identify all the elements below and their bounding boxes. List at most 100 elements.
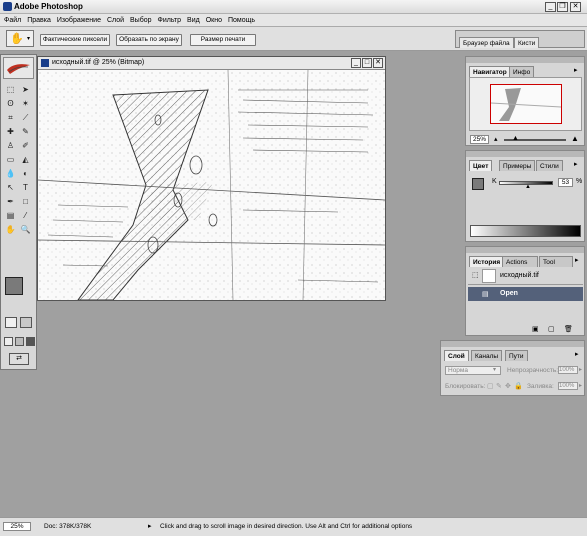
k-value-field[interactable]: 53 <box>558 178 573 187</box>
history-brush-source-icon[interactable]: ⬚ <box>472 271 479 279</box>
panel-drag-bar[interactable] <box>466 57 584 63</box>
brush-tool-icon[interactable]: ✎ <box>19 125 32 138</box>
menu-filter[interactable]: Фильтр <box>158 17 182 24</box>
menu-help[interactable]: Помощь <box>228 17 255 24</box>
slider-thumb-icon[interactable]: ▲ <box>512 135 519 142</box>
tab-layers[interactable]: Слой <box>444 350 469 361</box>
tab-swatches[interactable]: Примеры <box>499 160 536 171</box>
foreground-color-swatch[interactable] <box>5 277 23 295</box>
percent-label: % <box>576 178 583 185</box>
tab-paths[interactable]: Пути <box>505 350 528 361</box>
tab-history[interactable]: История <box>469 256 505 267</box>
opacity-arrow-icon[interactable]: ▸ <box>579 366 582 373</box>
clone-stamp-tool-icon[interactable]: ♙ <box>4 139 17 152</box>
zoom-in-icon[interactable]: ▲ <box>571 134 579 143</box>
navigator-view-box[interactable] <box>490 84 562 124</box>
jump-to-imageready-icon[interactable]: ⇄ <box>9 353 29 365</box>
fill-arrow-icon[interactable]: ▸ <box>579 382 582 389</box>
new-document-from-state-icon[interactable]: ▣ <box>532 325 539 333</box>
chevron-down-icon: ▾ <box>493 367 497 373</box>
eraser-tool-icon[interactable]: ▭ <box>4 153 17 166</box>
hand-tool-icon[interactable]: ✋ <box>4 223 17 236</box>
screen-mode-full-menu-icon[interactable] <box>15 337 24 346</box>
rectangle-tool-icon[interactable]: □ <box>19 195 32 208</box>
status-arrow-icon[interactable]: ▸ <box>148 522 152 530</box>
fill-field[interactable]: 100% <box>558 382 578 390</box>
actual-pixels-button[interactable]: Фактические пиксели <box>40 34 110 46</box>
panel-drag-bar[interactable] <box>441 341 584 347</box>
tab-styles[interactable]: Стили <box>536 160 563 171</box>
healing-brush-tool-icon[interactable]: ✚ <box>4 125 17 138</box>
screen-mode-full-icon[interactable] <box>26 337 35 346</box>
panel-menu-icon[interactable]: ▸ <box>574 66 578 74</box>
menu-edit[interactable]: Правка <box>27 17 51 24</box>
navigator-zoom-field[interactable]: 25% <box>470 135 490 144</box>
pen-tool-icon[interactable]: ✒ <box>4 195 17 208</box>
navigator-preview[interactable] <box>469 77 582 131</box>
color-ramp[interactable] <box>470 225 581 237</box>
tab-actions[interactable]: Actions <box>502 256 538 267</box>
fit-on-screen-button[interactable]: Образать по экрану <box>116 34 182 46</box>
screen-mode-standard-icon[interactable] <box>4 337 13 346</box>
history-snapshot[interactable]: ⬚ исходный.tif <box>468 268 583 285</box>
type-tool-icon[interactable]: T <box>19 181 32 194</box>
slider-thumb-icon[interactable]: ▲ <box>525 184 531 190</box>
doc-minimize-button[interactable]: _ <box>351 58 361 68</box>
panel-drag-bar[interactable] <box>466 151 584 157</box>
magic-wand-tool-icon[interactable]: ✶ <box>19 97 32 110</box>
new-snapshot-icon[interactable]: ▢ <box>548 325 555 333</box>
panel-menu-icon[interactable]: ▸ <box>574 160 578 168</box>
menu-window[interactable]: Окно <box>206 17 222 24</box>
tab-navigator[interactable]: Навигатор <box>469 66 511 77</box>
quick-mask-mode-icon[interactable] <box>20 317 32 328</box>
tab-channels[interactable]: Каналы <box>471 350 503 361</box>
menu-select[interactable]: Выбор <box>130 17 152 24</box>
marquee-tool-icon[interactable]: ⬚ <box>4 83 17 96</box>
lasso-tool-icon[interactable]: ʘ <box>4 97 17 110</box>
panel-drag-bar[interactable] <box>466 247 584 253</box>
tab-brushes[interactable]: Кисти <box>514 37 540 48</box>
trash-icon[interactable]: 🗑 <box>564 325 573 333</box>
lock-position-icon[interactable]: ✥ <box>505 382 511 390</box>
menu-view[interactable]: Вид <box>187 17 200 24</box>
eyedropper-tool-icon[interactable]: ⁄ <box>19 209 32 222</box>
zoom-out-icon[interactable]: ▴ <box>494 135 498 143</box>
tab-info[interactable]: Инфо <box>509 66 535 77</box>
adobe-online-feather-icon[interactable] <box>3 57 34 79</box>
opacity-field[interactable]: 100% <box>558 366 578 374</box>
move-tool-icon[interactable]: ➤ <box>19 83 32 96</box>
blur-tool-icon[interactable]: 💧 <box>4 167 17 180</box>
status-hint: Click and drag to scroll image in desire… <box>160 523 413 530</box>
tab-tool-presets[interactable]: Tool Presets <box>539 256 573 267</box>
tab-file-browser[interactable]: Браузер файла <box>459 37 514 48</box>
close-button[interactable]: ✕ <box>570 2 581 12</box>
panel-menu-icon[interactable]: ▸ <box>575 350 579 358</box>
dodge-tool-icon[interactable]: ◐ <box>19 167 32 180</box>
doc-close-button[interactable]: ✕ <box>373 58 383 68</box>
status-zoom-field[interactable]: 25% <box>3 522 31 531</box>
menu-layer[interactable]: Слой <box>107 17 124 24</box>
history-brush-tool-icon[interactable]: ✐ <box>19 139 32 152</box>
minimize-button[interactable]: _ <box>545 2 556 12</box>
standard-mode-icon[interactable] <box>5 317 17 328</box>
history-state-open[interactable]: ▤ Open <box>468 287 583 301</box>
lock-transparent-icon[interactable]: ▢ <box>487 382 494 390</box>
slice-tool-icon[interactable]: ⟋ <box>19 111 32 124</box>
paint-bucket-tool-icon[interactable]: ◭ <box>19 153 32 166</box>
panel-menu-icon[interactable]: ▸ <box>575 256 579 264</box>
document-canvas[interactable] <box>38 70 385 300</box>
doc-maximize-button[interactable]: □ <box>362 58 372 68</box>
restore-button[interactable]: ❐ <box>557 2 568 12</box>
tool-preset-picker[interactable]: ✋ ▾ <box>6 30 34 47</box>
menu-image[interactable]: Изображение <box>57 17 101 24</box>
lock-all-icon[interactable]: 🔒 <box>514 382 523 390</box>
lock-image-icon[interactable]: ✎ <box>496 382 502 390</box>
zoom-tool-icon[interactable]: 🔍 <box>19 223 32 236</box>
print-size-button[interactable]: Размер печати <box>190 34 256 46</box>
color-foreground-swatch[interactable] <box>472 178 484 190</box>
path-selection-tool-icon[interactable]: ↖ <box>4 181 17 194</box>
notes-tool-icon[interactable]: ▤ <box>4 209 17 222</box>
crop-tool-icon[interactable]: ⌗ <box>4 111 17 124</box>
tab-color[interactable]: Цвет <box>469 160 493 171</box>
menu-file[interactable]: Файл <box>4 17 21 24</box>
